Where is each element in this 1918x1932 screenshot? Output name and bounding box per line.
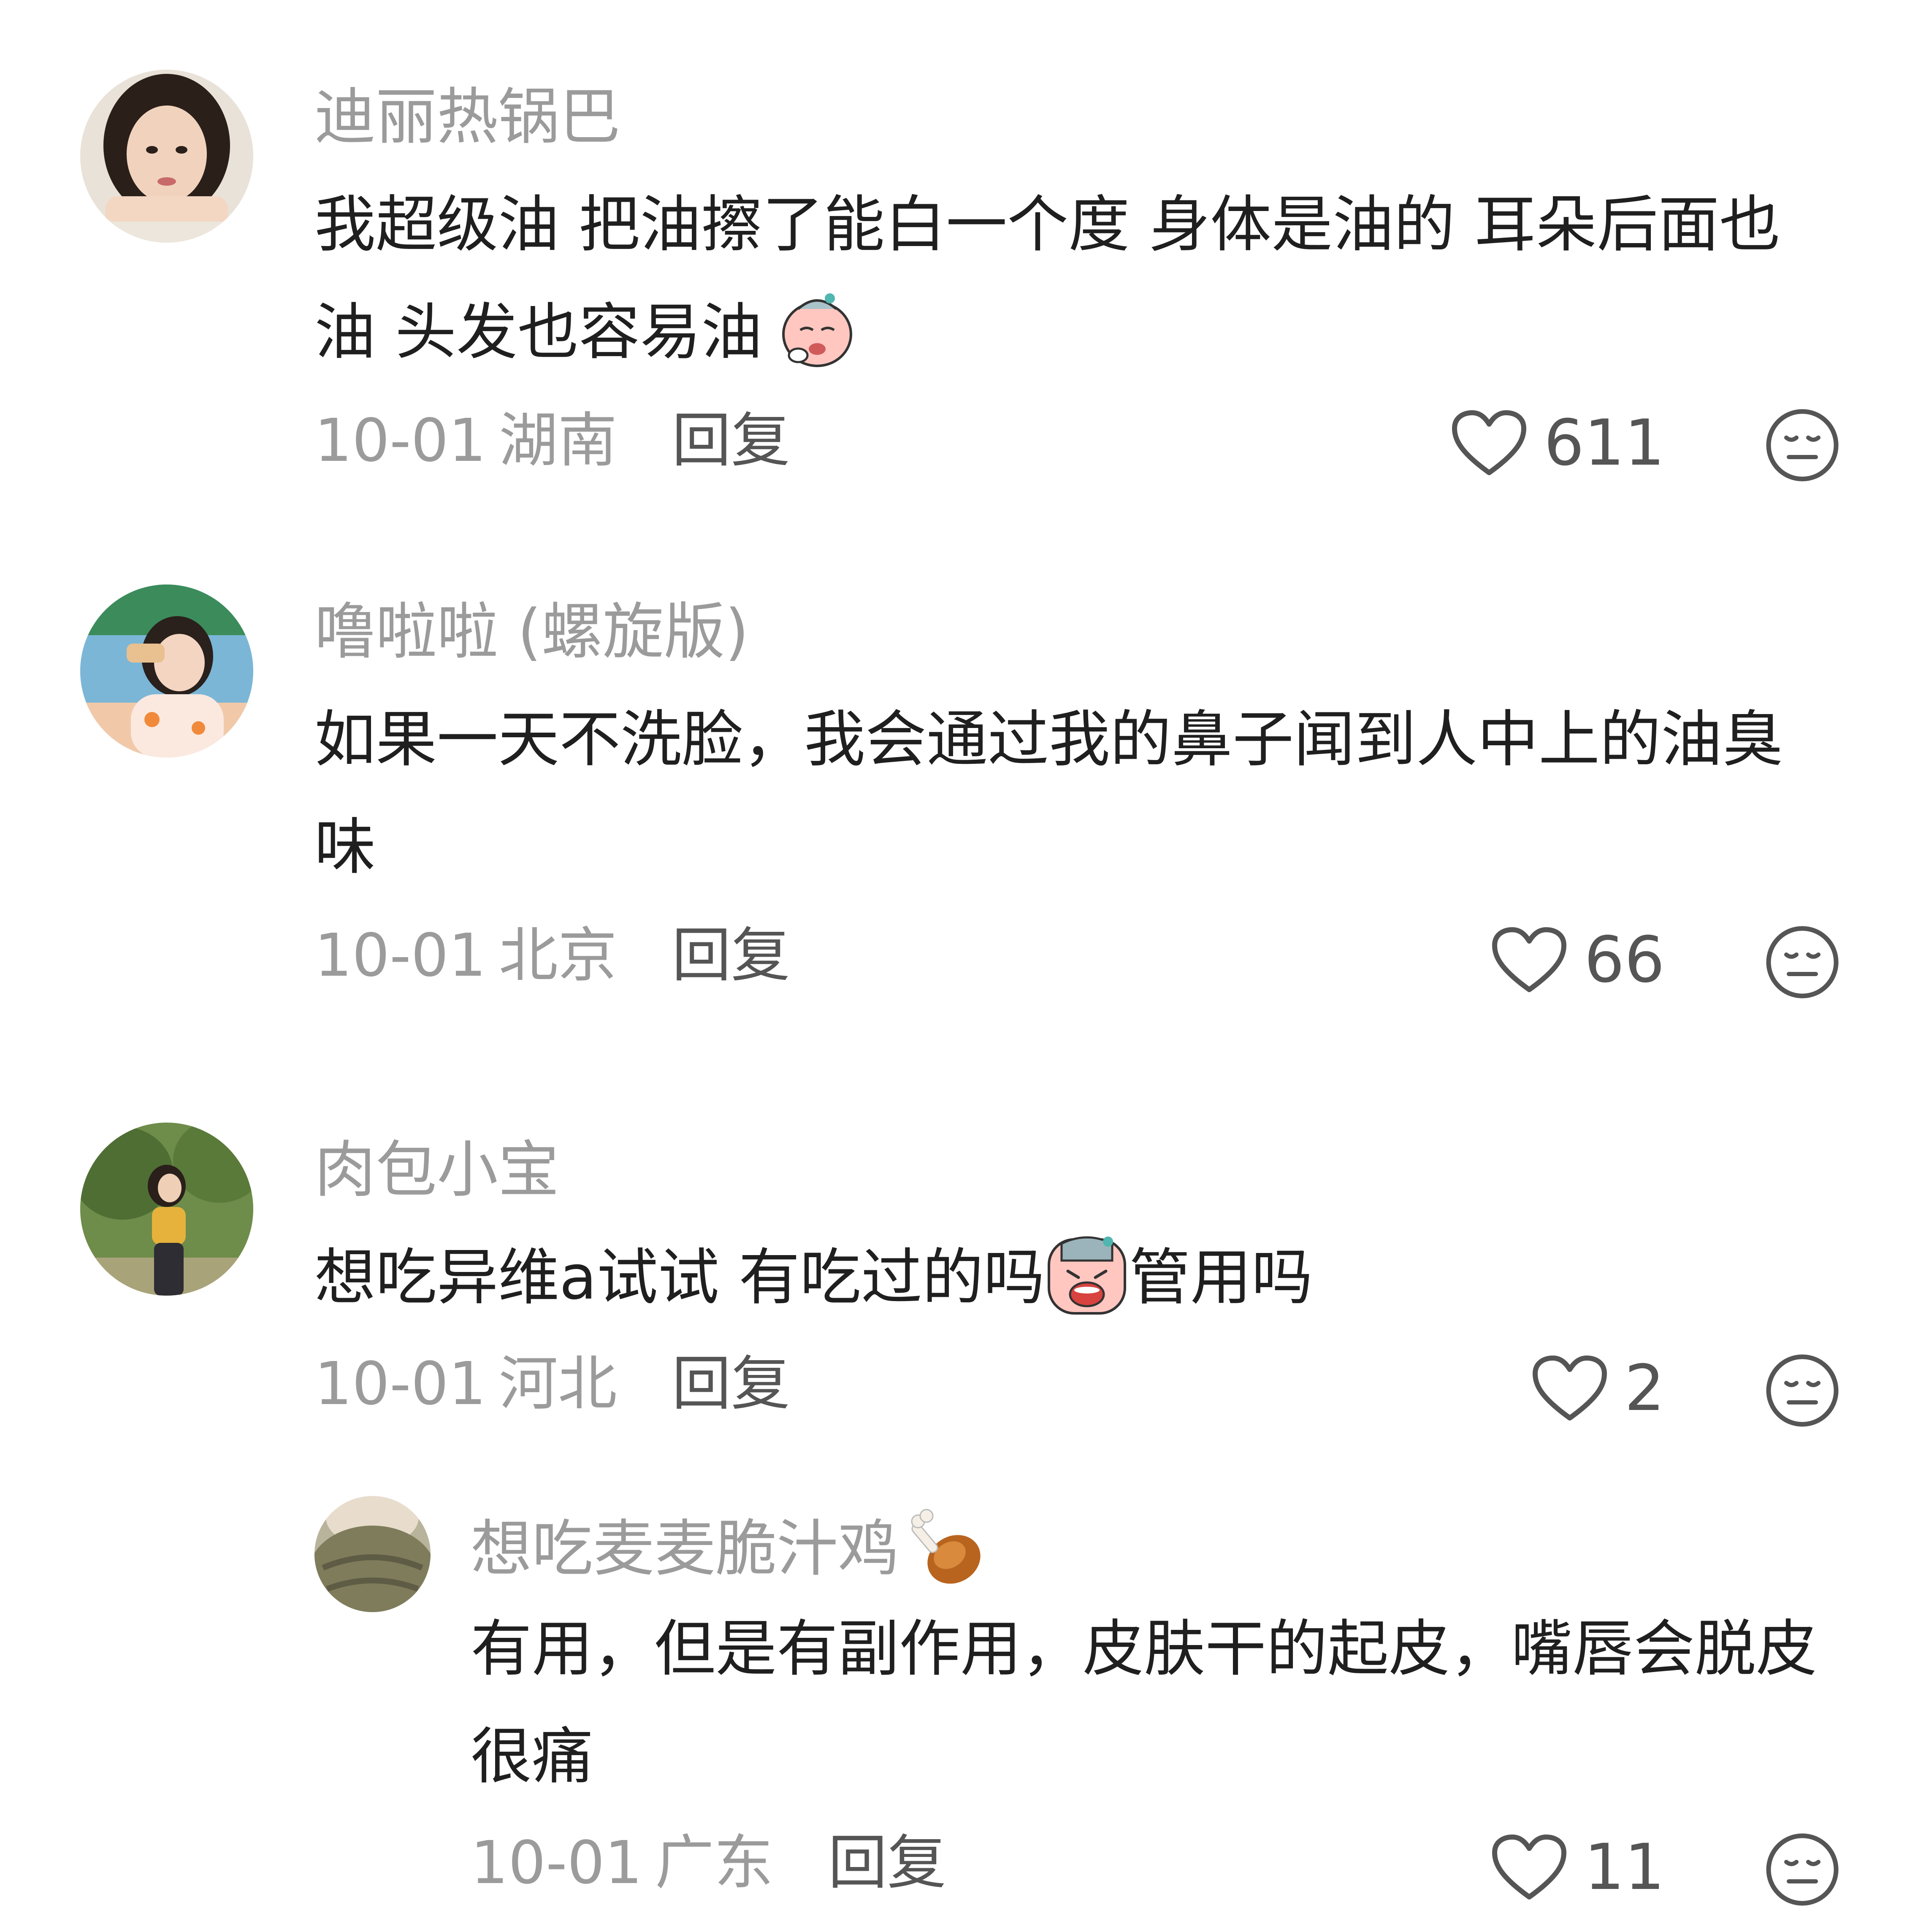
comment-region: 广东 xyxy=(655,1829,773,1897)
reply-button[interactable]: 回复 xyxy=(828,1829,946,1897)
comment-region: 湖南 xyxy=(498,406,617,475)
avatar[interactable] xyxy=(80,1123,253,1296)
comment-body: 有用，但是有副作用，皮肤干的起皮，嘴唇会脱皮很痛 xyxy=(471,1595,1847,1810)
avatar[interactable] xyxy=(80,584,253,758)
username-text: 想吃麦麦脆汁鸡 xyxy=(471,1513,899,1585)
avatar[interactable] xyxy=(314,1496,431,1612)
comment-meta: 10-01 广东 回复 xyxy=(471,1834,946,1893)
comment-username[interactable]: 肉包小宝 xyxy=(314,1139,559,1201)
comment-username[interactable]: 噜啦啦 (螺旋版) xyxy=(314,601,749,663)
comment-date: 10-01 xyxy=(314,406,486,475)
like-button[interactable]: 611 xyxy=(1451,409,1665,477)
comment-meta: 10-01 北京 回复 xyxy=(314,926,790,985)
like-count: 11 xyxy=(1584,1831,1665,1904)
comment-region: 河北 xyxy=(498,1350,617,1418)
like-count: 66 xyxy=(1584,923,1665,997)
comment-body: 我超级油 把油擦了能白一个度 身体是油的 耳朵后面也油 头发也容易油 xyxy=(314,171,1817,386)
avatar[interactable] xyxy=(80,70,253,243)
like-button[interactable]: 11 xyxy=(1491,1834,1665,1901)
comment-region: 北京 xyxy=(498,921,617,990)
heart-outline-icon xyxy=(1492,1835,1567,1900)
reply-button[interactable]: 回复 xyxy=(672,921,790,990)
comment-text: 如果一天不洗脸，我会通过我的鼻子闻到人中上的油臭味 xyxy=(314,704,1783,883)
crying-face-emoji xyxy=(1045,1231,1129,1315)
comment-text: 有用，但是有副作用，皮肤干的起皮，嘴唇会脱皮很痛 xyxy=(471,1613,1817,1792)
comment-body: 想吃异维a试试 有吃过的吗 管用吗 xyxy=(314,1224,1817,1331)
comment-date: 10-01 xyxy=(314,1350,486,1418)
like-count: 2 xyxy=(1624,1352,1665,1425)
heart-outline-icon xyxy=(1452,410,1526,475)
neutral-face-icon[interactable] xyxy=(1764,407,1840,485)
comment-body: 如果一天不洗脸，我会通过我的鼻子闻到人中上的油臭味 xyxy=(314,686,1817,901)
like-button[interactable]: 2 xyxy=(1532,1355,1665,1422)
comment-date: 10-01 xyxy=(471,1829,642,1897)
heart-outline-icon xyxy=(1492,927,1567,992)
comment-meta: 10-01 湖南 回复 xyxy=(314,411,790,471)
comment-meta: 10-01 河北 回复 xyxy=(314,1355,790,1414)
reply-button[interactable]: 回复 xyxy=(672,406,790,475)
sick-face-emoji xyxy=(775,286,859,370)
like-button[interactable]: 66 xyxy=(1491,926,1665,994)
comment-username[interactable]: 想吃麦麦脆汁鸡 xyxy=(471,1507,988,1591)
chicken-leg-emoji xyxy=(903,1507,988,1591)
like-count: 611 xyxy=(1544,406,1665,480)
comment-date: 10-01 xyxy=(314,921,486,990)
reply-button[interactable]: 回复 xyxy=(672,1350,790,1418)
neutral-face-icon[interactable] xyxy=(1764,1832,1840,1909)
neutral-face-icon[interactable] xyxy=(1764,1353,1840,1430)
neutral-face-icon[interactable] xyxy=(1764,924,1840,1002)
comment-text: 管用吗 xyxy=(1129,1242,1313,1313)
comment-username[interactable]: 迪丽热锅巴 xyxy=(314,87,620,148)
comment-text: 我超级油 把油擦了能白一个度 身体是油的 耳朵后面也油 头发也容易油 xyxy=(314,189,1781,368)
comment-text: 想吃异维a试试 有吃过的吗 xyxy=(314,1242,1045,1313)
heart-outline-icon xyxy=(1532,1356,1607,1421)
